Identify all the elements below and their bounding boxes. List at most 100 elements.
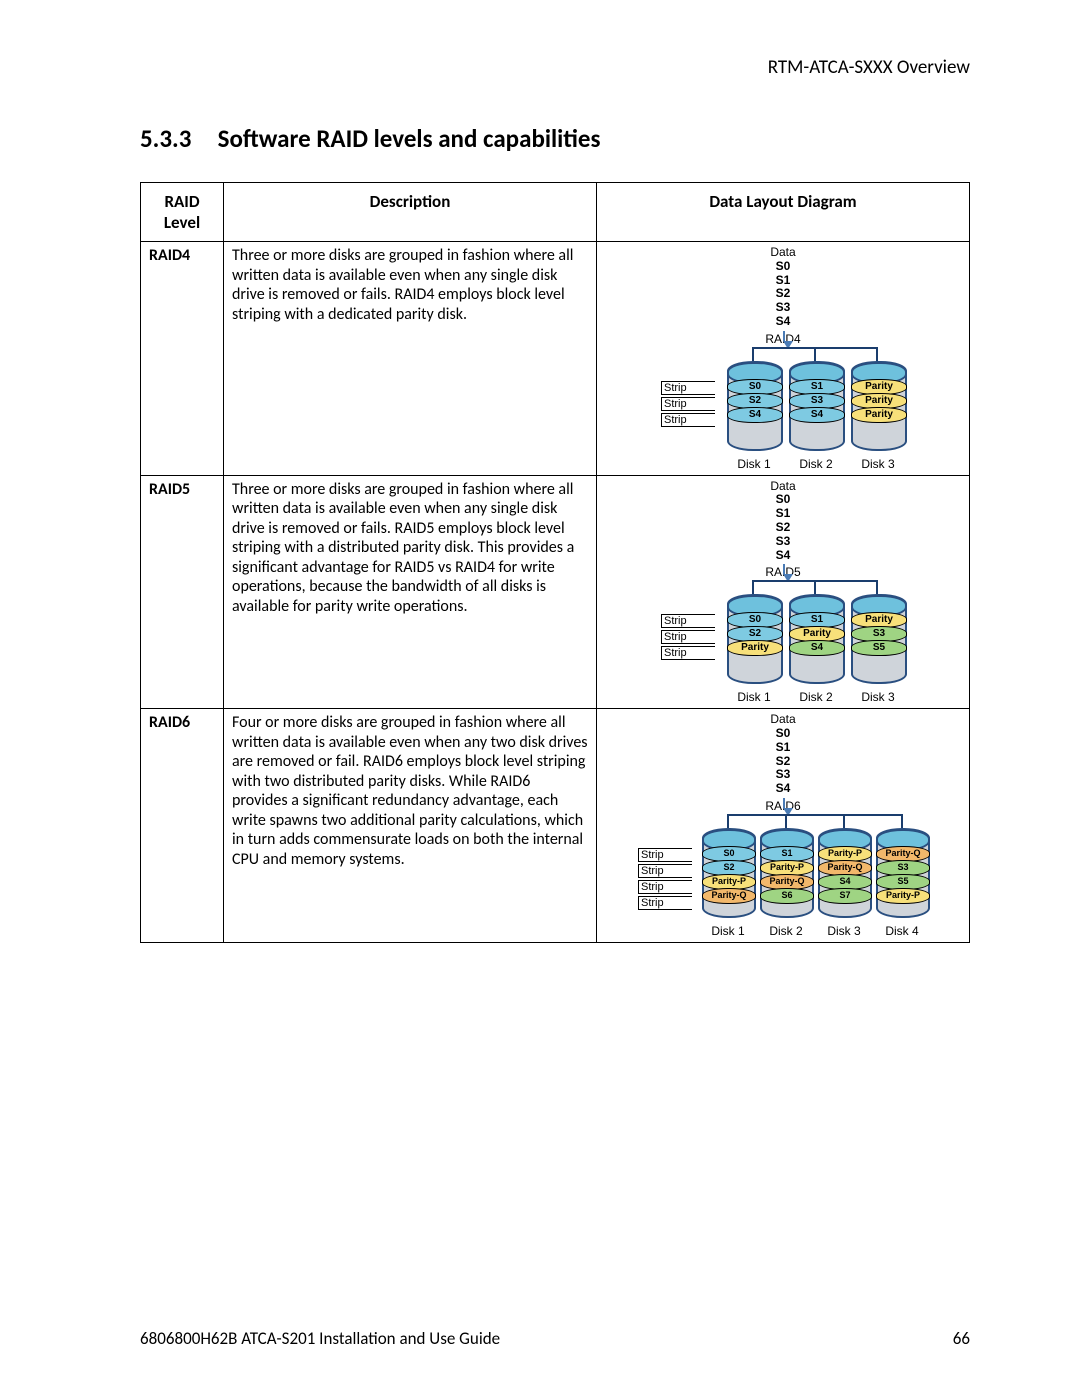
col-diagram: Data Layout Diagram — [597, 183, 970, 242]
section-title: Software RAID levels and capabilities — [218, 123, 601, 154]
disk-band: Parity — [851, 407, 907, 423]
data-segment: S3 — [605, 768, 961, 782]
disk-band: Parity — [727, 640, 783, 656]
col-raid-level: RAID Level — [141, 183, 224, 242]
bus-connector — [605, 580, 961, 594]
disk-label: Disk 1 — [727, 690, 781, 704]
raid-desc-cell: Three or more disks are grouped in fashi… — [224, 475, 597, 709]
disk: ParityParityParity Disk 3 — [851, 361, 905, 471]
stripe-label: Stripe — [661, 397, 715, 411]
data-segment: S1 — [605, 274, 961, 288]
raid-diagram: DataS0S1S2S3S4RAID4StripeStripeStripeS0S… — [605, 246, 961, 471]
disk: S1S3S4 Disk 2 — [789, 361, 843, 471]
disk-label: Disk 2 — [789, 457, 843, 471]
data-segment: S4 — [605, 549, 961, 563]
data-segment: S3 — [605, 301, 961, 315]
raid-diagram: DataS0S1S2S3S4RAID5StripeStripeStripeS0S… — [605, 480, 961, 705]
table-row: RAID6Four or more disks are grouped in f… — [141, 709, 970, 943]
raid-diagram-cell: DataS0S1S2S3S4RAID4StripeStripeStripeS0S… — [597, 242, 970, 476]
section-heading: 5.3.3 Software RAID levels and capabilit… — [140, 123, 970, 154]
disk-label: Disk 3 — [851, 457, 905, 471]
disks-row: Stripe Stripe Stripe Stripe S0S2Parity-PPari… — [605, 828, 961, 938]
stripe-label: Stripe — [661, 630, 715, 644]
disk-cylinder-icon: S0S2Parity-PParity-Q — [702, 828, 756, 918]
disk: S1ParityS4 Disk 2 — [789, 594, 843, 704]
data-segment: S2 — [605, 287, 961, 301]
raid-desc-cell: Three or more disks are grouped in fashi… — [224, 242, 597, 476]
disk-band: S5 — [851, 640, 907, 656]
page-header: RTM-ATCA-SXXX Overview — [140, 56, 970, 79]
disk-band: S4 — [789, 640, 845, 656]
disk-label: Disk 3 — [851, 690, 905, 704]
disk-band: Parity-P — [876, 888, 930, 904]
disk: Parity-PParity-QS4S7 Disk 3 — [818, 828, 870, 938]
data-segment: S2 — [605, 521, 961, 535]
data-segment: S1 — [605, 507, 961, 521]
data-segment: S0 — [605, 493, 961, 507]
stripe-label: Stripe — [661, 381, 715, 395]
stripe-label: Stripe — [638, 848, 692, 862]
stripe-labels: Stripe Stripe Stripe — [661, 381, 715, 427]
col-description: Description — [224, 183, 597, 242]
stripe-labels: Stripe Stripe Stripe — [661, 614, 715, 660]
disks-row: Stripe Stripe Stripe S0S2S4Disk 1S1S3S4 Disk… — [605, 361, 961, 471]
table-row: RAID4Three or more disks are grouped in … — [141, 242, 970, 476]
disk-label: Disk 2 — [760, 924, 812, 938]
data-segment: S4 — [605, 315, 961, 329]
bus-connector — [605, 814, 961, 828]
stripe-label: Stripe — [638, 896, 692, 910]
disk-label: Disk 2 — [789, 690, 843, 704]
raid-level-cell: RAID6 — [141, 709, 224, 943]
disk-band: S4 — [789, 407, 845, 423]
disk: Parity-QS3S5Parity-P Disk 4 — [876, 828, 928, 938]
data-segment: S0 — [605, 727, 961, 741]
section-number: 5.3.3 — [140, 123, 212, 154]
disk-label: Disk 4 — [876, 924, 928, 938]
data-segment: S2 — [605, 755, 961, 769]
disk-cylinder-icon: S0S2Parity — [727, 594, 783, 684]
data-label: Data — [605, 713, 961, 727]
disk-cylinder-icon: S1ParityS4 — [789, 594, 845, 684]
disk-label: Disk 1 — [702, 924, 754, 938]
data-segment: S1 — [605, 741, 961, 755]
disk-cylinder-icon: Parity-PParity-QS4S7 — [818, 828, 872, 918]
raid-level-cell: RAID5 — [141, 475, 224, 709]
page-footer: 6806800H62B ATCA-S201 Installation and U… — [140, 1328, 970, 1349]
stripe-label: Stripe — [661, 413, 715, 427]
document-page: RTM-ATCA-SXXX Overview 5.3.3 Software RA… — [0, 0, 1080, 1397]
disk-cylinder-icon: ParityS3S5 — [851, 594, 907, 684]
raid-table: RAID Level Description Data Layout Diagr… — [140, 182, 970, 943]
data-input-column: DataS0S1S2S3S4RAID4 — [605, 246, 961, 347]
disk: S0S2Parity-PParity-Q Disk 1 — [702, 828, 754, 938]
disk-cylinder-icon: Parity-QS3S5Parity-P — [876, 828, 930, 918]
disk-cylinder-icon: S1S3S4 — [789, 361, 845, 451]
raid-desc-cell: Four or more disks are grouped in fashio… — [224, 709, 597, 943]
footer-page-number: 66 — [953, 1328, 970, 1349]
stripe-label: Stripe — [638, 880, 692, 894]
disk: ParityS3S5 Disk 3 — [851, 594, 905, 704]
disk-label: Disk 3 — [818, 924, 870, 938]
disk: S0S2S4Disk 1 — [727, 361, 781, 471]
data-label: Data — [605, 480, 961, 494]
stripe-label: Stripe — [661, 646, 715, 660]
disk-band: Parity-Q — [702, 888, 756, 904]
raid-diagram-cell: DataS0S1S2S3S4RAID6StripeStripeStripeStr… — [597, 709, 970, 943]
stripe-label: Stripe — [638, 864, 692, 878]
disk-label: Disk 1 — [727, 457, 781, 471]
disk-cylinder-icon: S1Parity-PParity-QS6 — [760, 828, 814, 918]
data-segment: S0 — [605, 260, 961, 274]
bus-connector — [605, 347, 961, 361]
disk-band: S6 — [760, 888, 814, 904]
disk: S1Parity-PParity-QS6 Disk 2 — [760, 828, 812, 938]
raid-level-cell: RAID4 — [141, 242, 224, 476]
footer-doc-title: 6806800H62B ATCA-S201 Installation and U… — [140, 1328, 500, 1349]
data-segment: S4 — [605, 782, 961, 796]
disks-row: Stripe Stripe Stripe S0S2Parity Disk 1 S1Pari… — [605, 594, 961, 704]
stripe-labels: Stripe Stripe Stripe Stripe — [638, 848, 692, 910]
disk-cylinder-icon: ParityParityParity — [851, 361, 907, 451]
raid-diagram: DataS0S1S2S3S4RAID6StripeStripeStripeStr… — [605, 713, 961, 938]
disk: S0S2Parity Disk 1 — [727, 594, 781, 704]
stripe-label: Stripe — [661, 614, 715, 628]
data-input-column: DataS0S1S2S3S4RAID5 — [605, 480, 961, 581]
raid-diagram-cell: DataS0S1S2S3S4RAID5StripeStripeStripeS0S… — [597, 475, 970, 709]
